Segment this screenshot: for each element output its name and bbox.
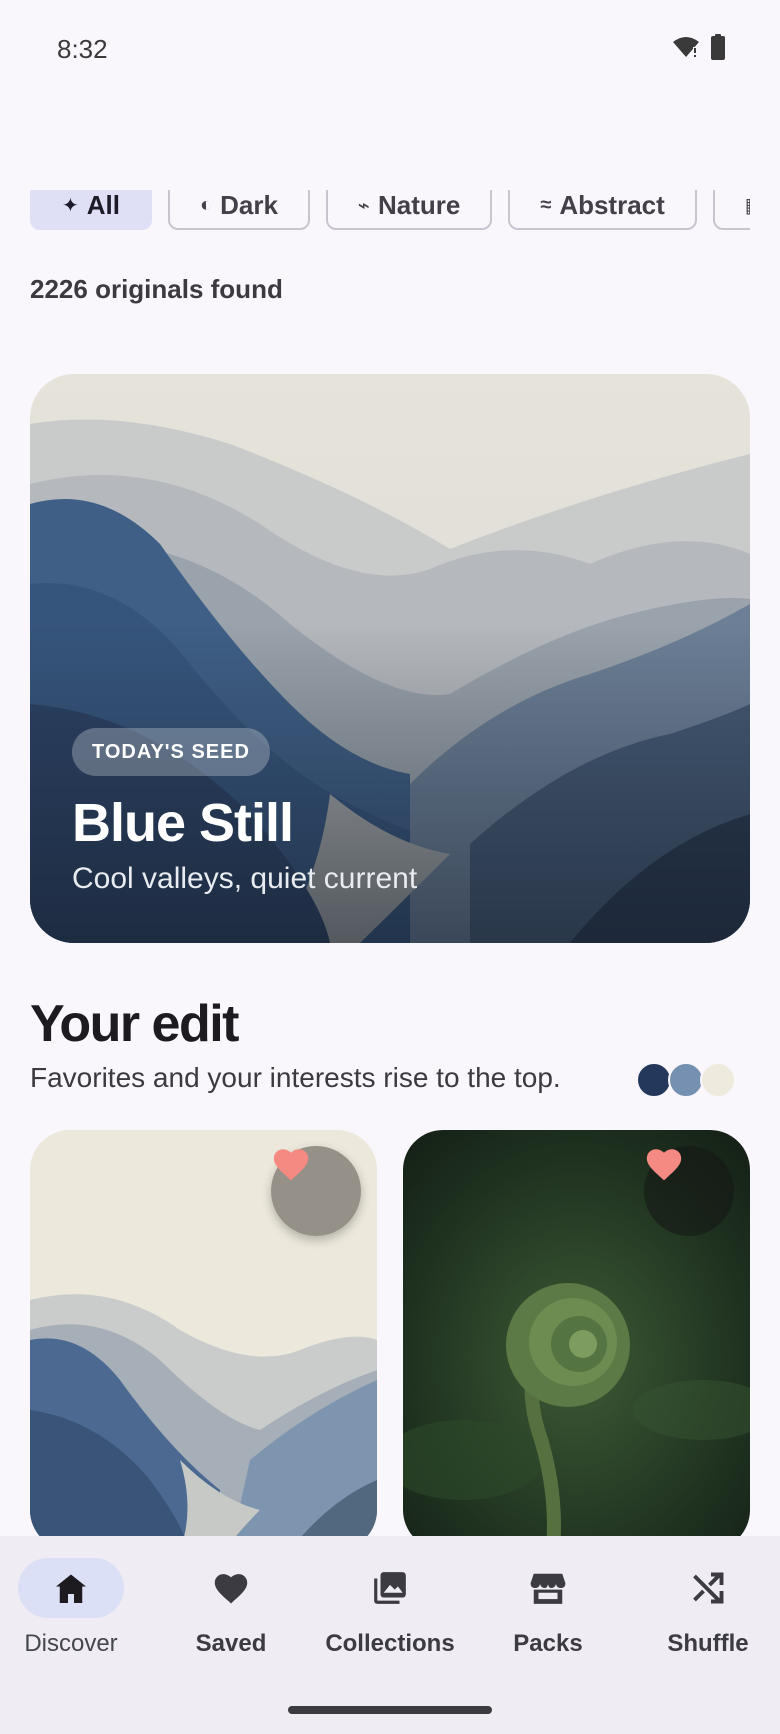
status-time: 8:32: [57, 34, 108, 64]
home-icon: [56, 1574, 86, 1603]
palette-swatches[interactable]: [636, 1062, 736, 1098]
nav-icon-container: [655, 1558, 761, 1618]
chip-nature[interactable]: ⌁ Nature: [325, 190, 493, 230]
chip-dark[interactable]: ◐ Dark: [168, 190, 310, 230]
nav-icon-container: [495, 1558, 601, 1618]
nav-icon-container: [337, 1558, 443, 1618]
chip-label: Nature: [377, 190, 461, 220]
shuffle-icon: [693, 1572, 724, 1604]
swatch-blue: [668, 1062, 704, 1098]
hero-subtitle: Cool valleys, quiet current: [72, 862, 418, 895]
nav-label: Shuffle: [667, 1630, 749, 1657]
nav-label: Collections: [325, 1630, 455, 1657]
heart-icon: [646, 1149, 682, 1181]
your-edit-title: Your edit: [30, 995, 239, 1053]
store-icon: [530, 1573, 566, 1604]
leaf-icon: ⌁: [357, 194, 370, 217]
nav-label: Packs: [513, 1630, 583, 1657]
chip-pattern[interactable]: ▦: [712, 190, 750, 230]
sparkle-icon: ✦: [62, 194, 79, 217]
nav-active-indicator: [18, 1558, 124, 1618]
battery-icon: [711, 34, 725, 60]
half-circle-icon: ◐: [200, 193, 213, 216]
chip-label: Abstract: [559, 190, 665, 220]
chip-label: All: [86, 190, 120, 220]
status-bar: 8:32: [0, 0, 780, 100]
wave-icon: ≈: [540, 193, 552, 216]
swatch-cream: [700, 1062, 736, 1098]
nav-icon-container: [178, 1558, 284, 1618]
status-icons: [672, 34, 726, 60]
nav-saved[interactable]: Saved: [156, 1558, 306, 1668]
wallpaper-card[interactable]: [403, 1130, 750, 1550]
home-indicator[interactable]: [288, 1706, 492, 1714]
your-edit-subtitle: Favorites and your interests rise to the…: [30, 1062, 561, 1093]
swatch-navy: [636, 1062, 672, 1098]
collections-icon: [374, 1572, 406, 1604]
favorite-button[interactable]: [644, 1146, 734, 1236]
filter-chips: ✦ All ◐ Dark ⌁ Nature ≈ Abstract ▦: [30, 190, 750, 240]
heart-icon: [273, 1149, 309, 1181]
chip-label: Dark: [220, 190, 278, 220]
hero-title: Blue Still: [72, 793, 294, 853]
chip-all[interactable]: ✦ All: [30, 190, 152, 230]
grid-icon: ▦: [745, 193, 750, 218]
nav-label: Saved: [195, 1630, 267, 1657]
todays-seed-badge: TODAY'S SEED: [72, 728, 270, 776]
wallpaper-card[interactable]: [30, 1130, 377, 1550]
bottom-navigation: Discover Saved Collections Packs Shuffle: [0, 1536, 780, 1734]
todays-seed-card[interactable]: TODAY'S SEED Blue Still Cool valleys, qu…: [30, 374, 750, 943]
nav-label: Discover: [24, 1630, 118, 1657]
discover-screen: 8:32 ✦ All ◐ Dark ⌁ Nature ≈ Abstract 22…: [0, 0, 780, 1734]
nav-shuffle[interactable]: Shuffle: [633, 1558, 780, 1668]
chip-abstract[interactable]: ≈ Abstract: [508, 190, 697, 230]
nav-collections[interactable]: Collections: [315, 1558, 465, 1668]
nav-discover[interactable]: Discover: [0, 1558, 146, 1668]
heart-icon: [214, 1574, 248, 1604]
nav-packs[interactable]: Packs: [473, 1558, 623, 1668]
wifi-icon: [673, 37, 699, 57]
results-count: 2226 originals found: [30, 274, 283, 304]
favorite-button[interactable]: [271, 1146, 361, 1236]
